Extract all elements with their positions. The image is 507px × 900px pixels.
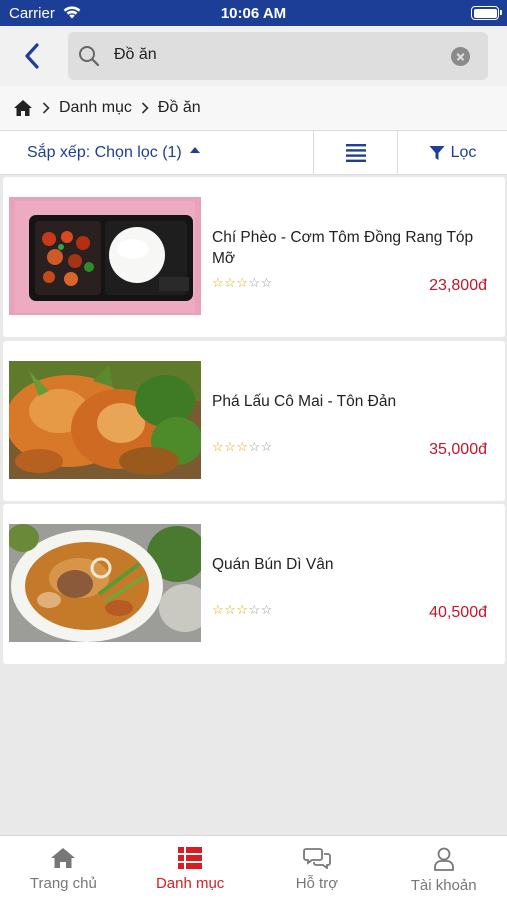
product-card[interactable]: Chí Phèo - Cơm Tôm Đồng Rang Tóp Mỡ ☆☆☆☆… <box>3 177 505 337</box>
breadcrumb-item-current: Đồ ăn <box>157 99 201 116</box>
breadcrumb-item-category[interactable]: Danh mục <box>59 99 132 117</box>
category-list-icon <box>178 847 203 869</box>
product-image-braised-meat[interactable] <box>9 361 201 479</box>
star-filled-icon: ☆ <box>236 439 249 454</box>
star-empty-icon: ☆ <box>248 602 261 617</box>
list-view-button[interactable] <box>314 131 398 175</box>
search-query: Đồ ăn <box>114 46 157 63</box>
battery-icon <box>471 6 502 20</box>
star-empty-icon: ☆ <box>248 439 261 454</box>
star-empty-icon: ☆ <box>260 602 273 617</box>
tab-home[interactable]: Trang chủ <box>0 836 127 900</box>
tab-account[interactable]: Tài khoản <box>380 836 507 900</box>
back-button[interactable] <box>14 38 50 74</box>
tab-category-label: Danh mục <box>155 875 225 892</box>
star-filled-icon: ☆ <box>212 275 225 290</box>
caret-up-icon <box>189 147 200 153</box>
chevron-left-icon <box>25 43 39 69</box>
clock: 10:06 AM <box>220 5 287 22</box>
product-price: 40,500đ <box>429 604 487 621</box>
search-header: Đồ ăn <box>0 26 507 86</box>
sort-filter-bar: Sắp xếp: Chọn lọc (1) Lọc <box>0 130 507 175</box>
star-filled-icon: ☆ <box>236 602 249 617</box>
filter-button[interactable]: Lọc <box>398 131 507 175</box>
star-filled-icon: ☆ <box>224 602 237 617</box>
clear-search-icon[interactable] <box>451 47 470 66</box>
star-filled-icon: ☆ <box>212 602 225 617</box>
search-input[interactable]: Đồ ăn <box>68 32 488 80</box>
filter-icon <box>429 146 445 160</box>
product-price: 35,000đ <box>429 441 487 458</box>
chevron-right-icon <box>42 102 50 114</box>
breadcrumb: Danh mục Đồ ăn <box>0 86 507 130</box>
home-icon[interactable] <box>13 99 33 117</box>
product-image-noodle-soup[interactable] <box>9 524 201 642</box>
tab-account-label: Tài khoản <box>410 877 477 894</box>
chevron-right-icon <box>141 102 149 114</box>
status-bar: Carrier 10:06 AM <box>0 0 507 26</box>
product-price: 23,800đ <box>429 277 487 294</box>
bottom-nav: Trang chủ Danh mục Hỗ trợ Tài khoản <box>0 835 507 900</box>
sort-button[interactable]: Sắp xếp: Chọn lọc (1) <box>0 131 314 175</box>
star-filled-icon: ☆ <box>212 439 225 454</box>
product-card[interactable]: Quán Bún Dì Vân ☆☆☆☆☆ 40,500đ <box>3 504 505 664</box>
star-filled-icon: ☆ <box>224 439 237 454</box>
tab-home-label: Trang chủ <box>29 875 97 892</box>
tab-support-label: Hỗ trợ <box>295 875 339 892</box>
product-card[interactable]: Phá Lấu Cô Mai - Tôn Đản ☆☆☆☆☆ 35,000đ <box>3 341 505 501</box>
star-empty-icon: ☆ <box>248 275 261 290</box>
home-icon <box>51 848 76 868</box>
product-name[interactable]: Quán Bún Dì Vân <box>212 554 497 575</box>
list-view-icon <box>345 144 366 162</box>
sort-label: Sắp xếp: Chọn lọc (1) <box>27 144 182 161</box>
tab-support[interactable]: Hỗ trợ <box>254 836 381 900</box>
search-icon <box>78 45 100 72</box>
star-filled-icon: ☆ <box>224 275 237 290</box>
star-empty-icon: ☆ <box>260 275 273 290</box>
filter-label: Lọc <box>450 144 477 161</box>
product-rating: ☆☆☆☆☆ <box>212 439 273 455</box>
product-rating: ☆☆☆☆☆ <box>212 275 273 291</box>
star-filled-icon: ☆ <box>236 275 249 290</box>
product-rating: ☆☆☆☆☆ <box>212 602 273 618</box>
star-empty-icon: ☆ <box>260 439 273 454</box>
tab-category[interactable]: Danh mục <box>127 836 254 900</box>
product-name[interactable]: Phá Lấu Cô Mai - Tôn Đản <box>212 391 497 412</box>
product-image-rice-box[interactable] <box>9 197 201 315</box>
user-icon <box>433 847 454 871</box>
chat-bubbles-icon <box>302 848 331 869</box>
product-name[interactable]: Chí Phèo - Cơm Tôm Đồng Rang Tóp Mỡ <box>212 227 497 269</box>
